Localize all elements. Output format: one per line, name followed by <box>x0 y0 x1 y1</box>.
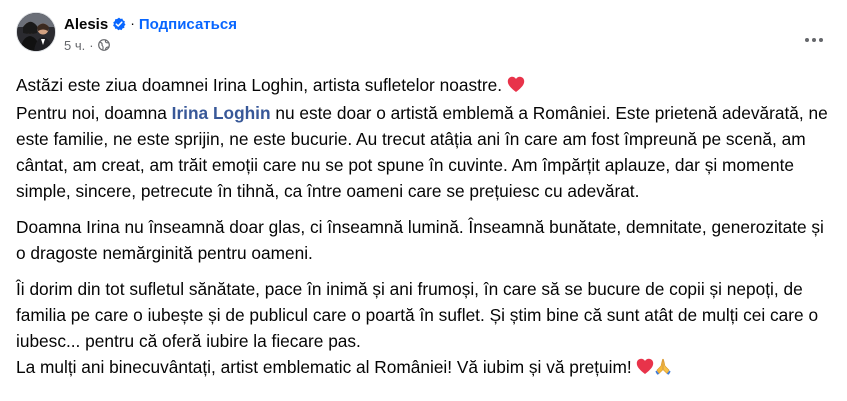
paragraph-4-text: La mulți ani binecuvântați, artist emble… <box>16 357 632 377</box>
paragraph-1-intro: Pentru noi, doamna <box>16 103 167 123</box>
folded-hands-emoji <box>654 356 672 382</box>
subscribe-link[interactable]: Подписаться <box>139 16 237 33</box>
paragraph-1-line-1: Astăzi este ziua doamnei Irina Loghin, a… <box>16 75 503 95</box>
paragraph-1: Astăzi este ziua doamnei Irina Loghin, a… <box>16 72 831 204</box>
time-separator: · <box>89 37 94 53</box>
mention-link[interactable]: Irina Loghin <box>172 103 271 123</box>
paragraph-2: Doamna Irina nu înseamnă doar glas, ci î… <box>16 214 831 266</box>
name-separator: · <box>130 15 135 31</box>
more-options-button[interactable] <box>796 22 832 58</box>
post-body: Astăzi este ziua doamnei Irina Loghin, a… <box>16 72 831 382</box>
verified-badge-icon <box>112 17 126 31</box>
globe-icon[interactable] <box>97 39 110 51</box>
name-row: Alesis · Подписаться <box>64 14 237 34</box>
red-heart-emoji <box>636 356 654 382</box>
paragraph-3-text: Îi dorim din tot sufletul sănătate, pace… <box>16 279 819 351</box>
more-horizontal-icon <box>804 37 824 43</box>
red-heart-emoji <box>507 74 525 100</box>
post-meta: Alesis · Подписаться 5 ч. · <box>64 14 237 53</box>
author-name[interactable]: Alesis <box>64 16 108 33</box>
paragraph-3: Îi dorim din tot sufletul sănătate, pace… <box>16 276 831 382</box>
facebook-post: Alesis · Подписаться 5 ч. · Astăzi este … <box>0 0 847 401</box>
paragraph-2-text: Doamna Irina nu înseamnă doar glas, ci î… <box>16 217 824 263</box>
post-sub-row: 5 ч. · <box>64 37 237 53</box>
author-avatar[interactable] <box>16 12 56 52</box>
post-time[interactable]: 5 ч. <box>64 38 85 53</box>
post-header: Alesis · Подписаться 5 ч. · <box>16 12 237 53</box>
